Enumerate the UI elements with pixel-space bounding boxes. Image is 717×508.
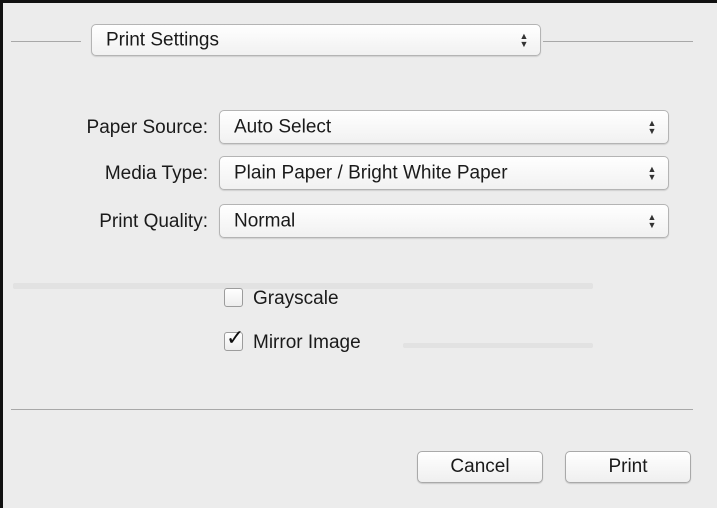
up-down-chevron-icon: ▲ ▼: [647, 164, 657, 182]
print-quality-label: Print Quality:: [99, 211, 208, 232]
paper-source-label: Paper Source:: [86, 117, 208, 138]
section-popup-value: Print Settings: [106, 29, 219, 51]
print-quality-value: Normal: [234, 210, 296, 232]
section-divider-right: [543, 41, 693, 42]
media-type-value: Plain Paper / Bright White Paper: [234, 162, 508, 184]
up-down-chevron-icon: ▲ ▼: [647, 212, 657, 230]
paper-source-value: Auto Select: [234, 116, 332, 138]
section-popup[interactable]: Print Settings ▲ ▼: [91, 24, 541, 56]
media-type-label: Media Type:: [104, 163, 208, 184]
grayscale-checkbox[interactable]: [224, 288, 243, 307]
footer-divider: [11, 409, 693, 410]
background-artifact: [403, 343, 593, 348]
print-button[interactable]: Print: [565, 451, 691, 483]
media-type-popup[interactable]: Plain Paper / Bright White Paper ▲ ▼: [219, 156, 669, 190]
paper-source-popup[interactable]: Auto Select ▲ ▼: [219, 110, 669, 144]
print-quality-popup[interactable]: Normal ▲ ▼: [219, 204, 669, 238]
up-down-chevron-icon: ▲ ▼: [519, 31, 529, 49]
grayscale-label[interactable]: Grayscale: [253, 288, 339, 310]
cancel-button[interactable]: Cancel: [417, 451, 543, 483]
section-divider-left: [11, 41, 81, 42]
mirror-image-label[interactable]: Mirror Image: [253, 332, 361, 354]
print-dialog: Print Settings ▲ ▼ Paper Source: Auto Sel…: [0, 0, 717, 508]
mirror-image-checkbox[interactable]: ✓: [224, 327, 244, 351]
up-down-chevron-icon: ▲ ▼: [647, 118, 657, 136]
checkmark-icon: ✓: [226, 325, 245, 350]
